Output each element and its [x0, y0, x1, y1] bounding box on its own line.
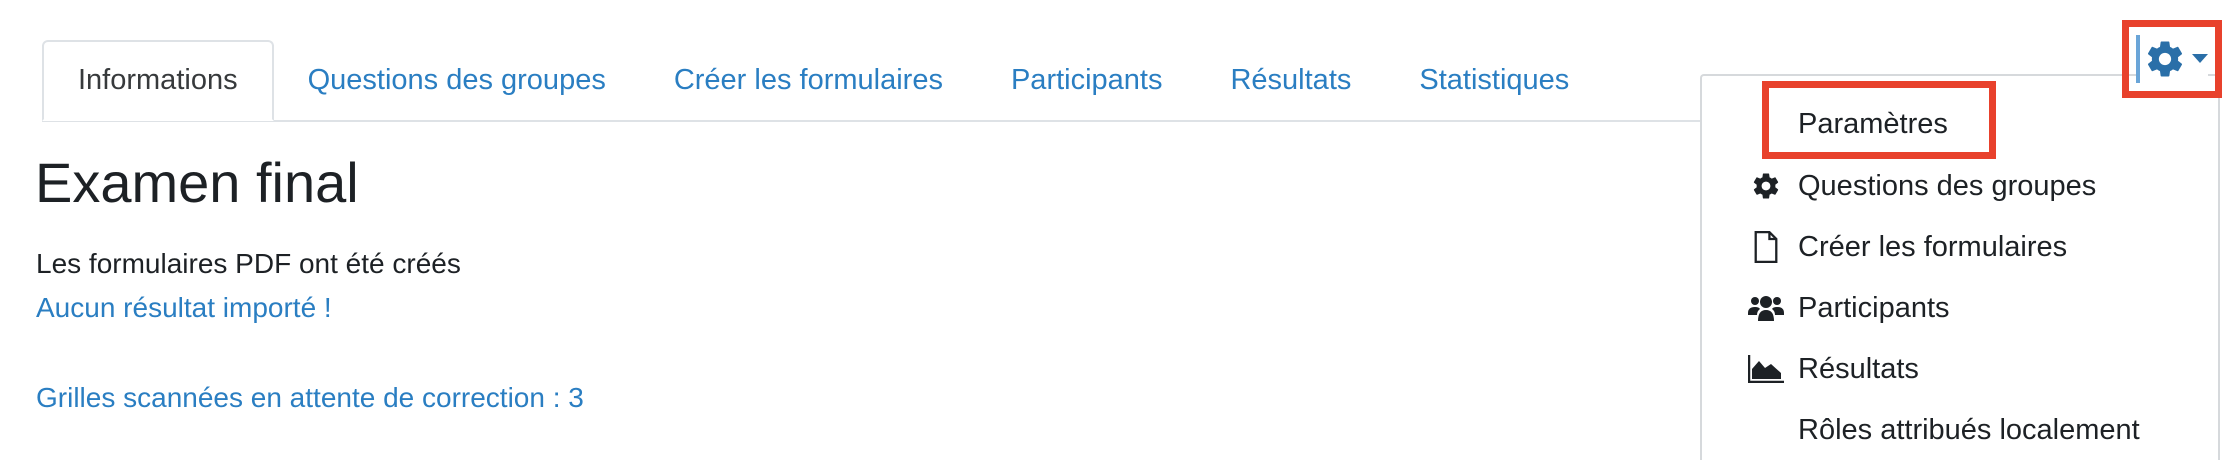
gear-icon	[1748, 168, 1784, 204]
menu-item-resultats[interactable]: Résultats	[1702, 341, 2218, 397]
no-results-link[interactable]: Aucun résultat importé !	[36, 292, 332, 324]
area-chart-icon	[1748, 351, 1784, 387]
menu-item-label: Créer les formulaires	[1798, 230, 2068, 263]
tab-participants[interactable]: Participants	[977, 40, 1197, 121]
settings-dropdown-menu: Paramètres Questions des groupes Créer l…	[1700, 74, 2220, 460]
menu-item-participants[interactable]: Participants	[1702, 280, 2218, 336]
users-icon	[1748, 290, 1784, 326]
menu-item-label: Rôles attribués localement	[1798, 413, 2140, 446]
file-icon	[1748, 229, 1784, 265]
status-text: Les formulaires PDF ont été créés	[36, 248, 461, 279]
caret-down-icon	[2192, 54, 2208, 64]
gear-button-inner	[2136, 35, 2208, 83]
tab-resultats[interactable]: Résultats	[1196, 40, 1385, 121]
tab-creer-les-formulaires[interactable]: Créer les formulaires	[640, 40, 977, 121]
page: Informations Questions des groupes Créer…	[0, 0, 2240, 460]
menu-item-creer-les-formulaires[interactable]: Créer les formulaires	[1702, 219, 2218, 275]
tab-informations[interactable]: Informations	[42, 40, 274, 121]
menu-item-parametres[interactable]: Paramètres	[1702, 96, 2218, 152]
menu-item-label: Participants	[1798, 291, 1950, 324]
scanned-grids-link[interactable]: Grilles scannées en attente de correctio…	[36, 382, 584, 414]
menu-item-label: Paramètres	[1798, 107, 1948, 140]
gear-icon	[2144, 38, 2186, 80]
page-title: Examen final	[35, 151, 359, 214]
tab-questions-des-groupes[interactable]: Questions des groupes	[274, 40, 640, 121]
menu-item-label: Résultats	[1798, 352, 1919, 385]
tab-statistiques[interactable]: Statistiques	[1385, 40, 1603, 121]
menu-item-label: Questions des groupes	[1798, 169, 2097, 202]
menu-item-roles-attribues-localement[interactable]: Rôles attribués localement	[1702, 402, 2218, 458]
settings-menu-toggle[interactable]	[2122, 20, 2222, 98]
tab-bar: Informations Questions des groupes Créer…	[42, 40, 1603, 121]
menu-item-questions-des-groupes[interactable]: Questions des groupes	[1702, 158, 2218, 214]
